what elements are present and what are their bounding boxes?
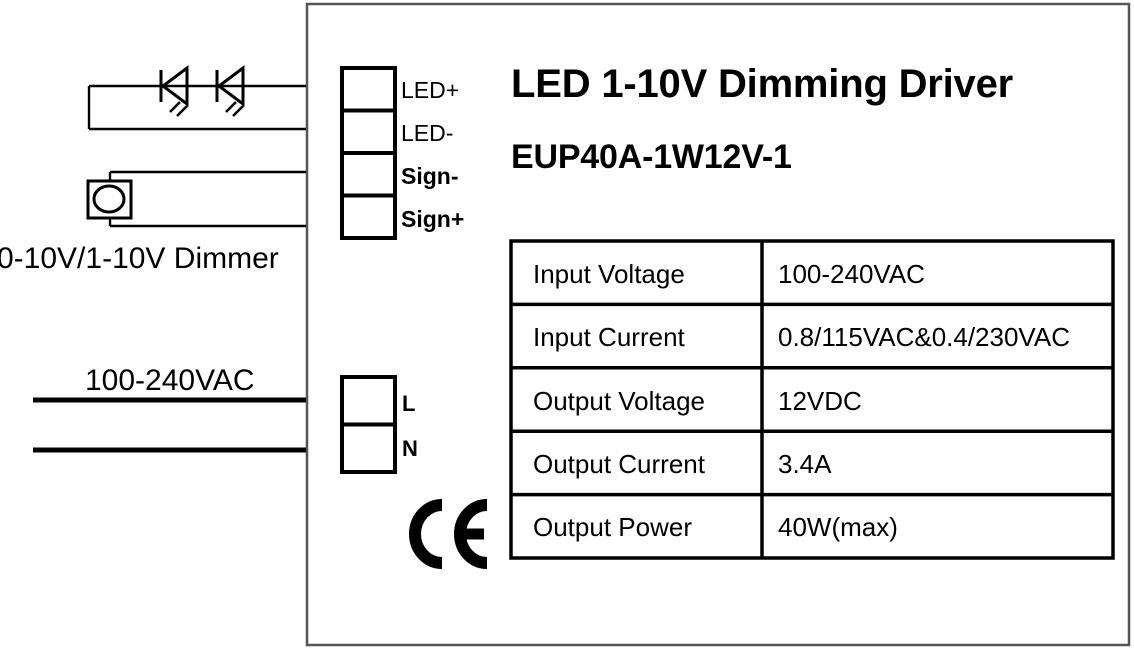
led-diode-symbol-1 [159,65,189,117]
wiring-diagram-canvas: LED 1-10V Dimming Driver EUP40A-1W12V-1 … [0,0,1134,649]
table-row: 100-240VAC [778,259,925,289]
table-row: 0.8/115VAC&0.4/230VAC [778,322,1070,352]
terminal-label-sign-minus: Sign- [401,163,459,189]
mains-input-wiring [33,397,306,453]
table-row: 40W(max) [778,512,898,542]
table-row: 3.4A [778,449,832,479]
terminal-label-sign-plus: Sign+ [401,206,465,232]
table-row: 12VDC [778,386,862,416]
model-number: EUP40A-1W12V-1 [511,138,792,176]
mains-caption: 100-240VAC [85,364,255,397]
terminal-label-neutral: N [402,436,418,461]
table-row: Output Current [533,449,705,479]
table-row: Input Voltage [533,259,685,289]
ce-mark-icon [409,499,488,569]
led-output-wiring [87,84,306,131]
led-diode-symbol-2 [215,65,245,117]
output-terminal-block[interactable] [340,66,397,240]
terminal-label-led-minus: LED- [401,120,454,146]
terminal-label-led-plus: LED+ [401,77,460,103]
table-row: Input Current [533,322,685,352]
input-terminal-block[interactable] [340,375,397,474]
table-row: Output Voltage [533,386,706,416]
dimmer-potentiometer-symbol [86,179,133,220]
dimmer-signal-wiring [108,170,306,228]
table-row: Output Power [533,512,692,542]
page-title: LED 1-10V Dimming Driver [511,62,1014,106]
terminal-label-line: L [402,391,416,416]
dimmer-caption: 0-10V/1-10V Dimmer [0,242,279,275]
